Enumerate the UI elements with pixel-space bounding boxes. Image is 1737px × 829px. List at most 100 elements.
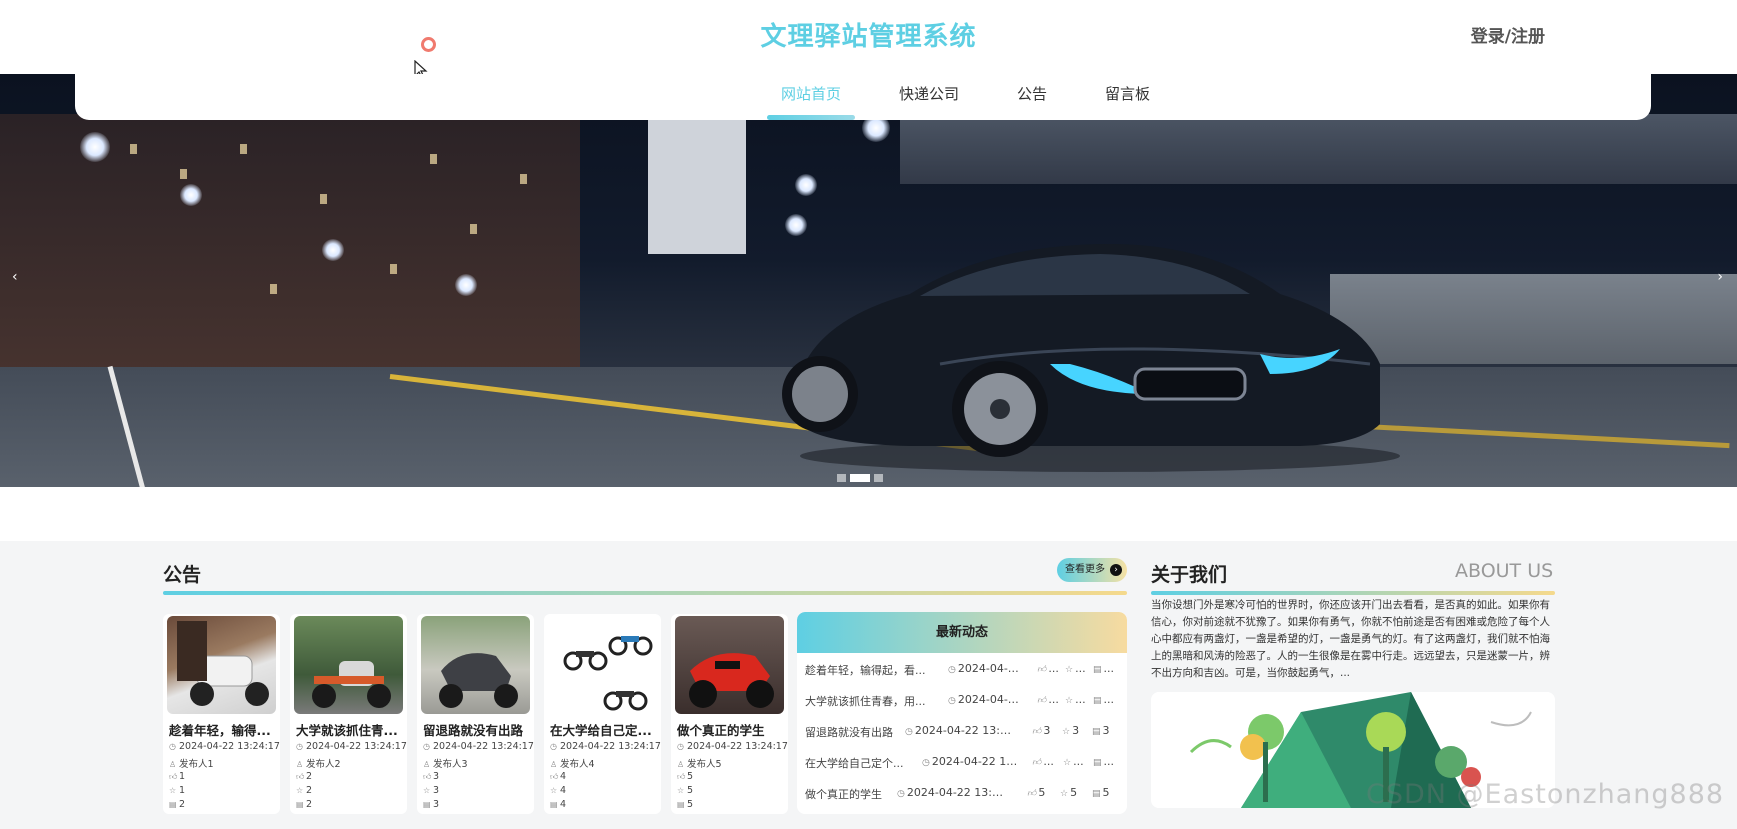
kids-motorbike-image bbox=[689, 653, 774, 708]
about-section-title-en: ABOUT US bbox=[1455, 560, 1554, 582]
notice-card-time: ◷ 2024-04-22 13:24:17 bbox=[169, 741, 280, 752]
carousel-dot-active[interactable] bbox=[850, 474, 870, 482]
feed-row-views: ▤ 3 bbox=[1092, 724, 1110, 737]
star-icon: ☆ bbox=[1060, 789, 1069, 799]
notice-card-favs: ☆ 4 bbox=[550, 785, 567, 796]
feed-row-likes: 👍︎... bbox=[1037, 693, 1059, 706]
feed-row[interactable]: 大学就该抓住青春，用... ◷2024-04-22... 👍︎... ☆... … bbox=[805, 693, 1123, 713]
clock-icon: ◷ bbox=[423, 742, 430, 751]
about-section-divider bbox=[1151, 591, 1555, 595]
notice-card-publisher: ♙ 发布人4 bbox=[550, 759, 595, 770]
scooter-image bbox=[312, 661, 391, 708]
thumbs-up-icon: 👍︎ bbox=[169, 772, 178, 781]
feed-row-time: ◷2024-04-22... bbox=[948, 662, 1023, 675]
feed-row[interactable]: 在大学给自己定个... ◷2024-04-22 13:2... 👍︎... ☆.… bbox=[805, 755, 1123, 775]
clock-icon: ◷ bbox=[948, 696, 956, 706]
banner-street-light bbox=[180, 184, 202, 206]
document-icon: ▤ bbox=[677, 800, 685, 809]
star-icon: ☆ bbox=[550, 786, 558, 795]
notice-card[interactable]: 大学就该抓住青... ◷ 2024-04-22 13:24:17 ♙ 发布人2 👍︎… bbox=[290, 614, 407, 814]
feed-row-views: ▤... bbox=[1093, 693, 1115, 706]
notice-card-image bbox=[675, 616, 784, 714]
watermark-text: CSDN @Eastonzhang888 bbox=[1366, 779, 1725, 810]
notice-card-likes: 👍︎ 1 bbox=[169, 771, 186, 782]
feed-row-title: 大学就该抓住青春，用... bbox=[805, 695, 926, 708]
user-icon: ♙ bbox=[296, 760, 304, 769]
document-icon: ▤ bbox=[296, 800, 304, 809]
notice-card[interactable]: 趁着年轻，输得... ◷ 2024-04-22 13:24:17 ♙ 发布人1 👍︎… bbox=[163, 614, 280, 814]
feed-row-title: 在大学给自己定个... bbox=[805, 757, 904, 770]
feed-row-title: 留退路就没有出路 bbox=[805, 726, 893, 739]
star-icon: ☆ bbox=[296, 786, 304, 795]
carousel-indicators bbox=[837, 474, 883, 482]
feed-row[interactable]: 趁着年轻，输得起，看... ◷2024-04-22... 👍︎... ☆... … bbox=[805, 662, 1123, 682]
clock-icon: ◷ bbox=[897, 789, 905, 799]
feed-row-time: ◷2024-04-22... bbox=[948, 693, 1023, 706]
document-icon: ▤ bbox=[423, 800, 431, 809]
feed-row-likes: 👍︎ 5 bbox=[1027, 786, 1046, 799]
nav-item-message-board[interactable]: 留言板 bbox=[1091, 84, 1164, 120]
notice-card-publisher: ♙ 发布人5 bbox=[677, 759, 722, 770]
clock-icon: ◷ bbox=[948, 665, 956, 675]
feed-row-title: 趁着年轻，输得起，看... bbox=[805, 664, 926, 677]
view-more-label: 查看更多 bbox=[1065, 564, 1105, 575]
notice-card-image bbox=[548, 616, 657, 714]
document-icon: ▤ bbox=[550, 800, 558, 809]
scooter-image bbox=[177, 621, 269, 706]
nav-item-couriers[interactable]: 快递公司 bbox=[885, 84, 973, 120]
notice-card-publisher: ♙ 发布人3 bbox=[423, 759, 468, 770]
star-icon: ☆ bbox=[169, 786, 177, 795]
notice-card-time: ◷ 2024-04-22 13:24:17 bbox=[550, 741, 661, 752]
view-more-button[interactable]: 查看更多 › bbox=[1057, 558, 1127, 582]
star-icon: ☆ bbox=[1065, 696, 1074, 706]
notice-card-image bbox=[167, 616, 276, 714]
notice-card-title: 在大学给自己定... bbox=[550, 723, 652, 738]
notice-card-time: ◷ 2024-04-22 13:24:17 bbox=[677, 741, 788, 752]
banner-car-image bbox=[782, 244, 1400, 472]
thumbs-up-icon: 👍︎ bbox=[550, 772, 559, 781]
click-indicator-icon bbox=[421, 37, 436, 52]
notice-card-favs: ☆ 3 bbox=[423, 785, 440, 796]
carousel-dot[interactable] bbox=[874, 474, 883, 482]
feed-row-favs: ☆ 5 bbox=[1060, 786, 1078, 799]
feed-row-title: 做个真正的学生 bbox=[805, 788, 882, 801]
notice-card-title: 大学就该抓住青... bbox=[296, 723, 398, 738]
feed-row-time: ◷2024-04-22 13:2... bbox=[922, 755, 1022, 768]
notice-card-views: ▤ 3 bbox=[423, 799, 440, 810]
notice-card[interactable]: 做个真正的学生 ◷ 2024-04-22 13:24:17 ♙ 发布人5 👍︎ 5 ☆… bbox=[671, 614, 788, 814]
nav-item-notices[interactable]: 公告 bbox=[1003, 84, 1061, 120]
notice-card[interactable]: 在大学给自己定... ◷ 2024-04-22 13:24:17 ♙ 发布人4 👍︎… bbox=[544, 614, 661, 814]
feed-row[interactable]: 做个真正的学生 ◷2024-04-22 13:24:17 👍︎5 ☆5 ▤5 bbox=[805, 786, 1123, 806]
nav-item-home[interactable]: 网站首页 bbox=[767, 84, 856, 120]
clock-icon: ◷ bbox=[550, 742, 557, 751]
notice-card-title: 趁着年轻，输得... bbox=[169, 723, 271, 738]
notice-card-favs: ☆ 5 bbox=[677, 785, 694, 796]
notice-card-favs: ☆ 1 bbox=[169, 785, 186, 796]
banner-street-light bbox=[455, 274, 477, 296]
banner-street-light bbox=[322, 239, 344, 261]
banner-carousel[interactable]: ‹ › bbox=[0, 74, 1737, 487]
arrow-right-circle-icon: › bbox=[1110, 564, 1122, 576]
notice-card[interactable]: 留退路就没有出路 ◷ 2024-04-22 13:24:17 ♙ 发布人3 👍︎ 3 … bbox=[417, 614, 534, 814]
nav-card: 网站首页 快递公司 公告 留言板 bbox=[75, 74, 1651, 120]
banner-window bbox=[180, 169, 187, 179]
carousel-prev-button[interactable]: ‹ bbox=[12, 269, 18, 285]
feed-row-views: ▤... bbox=[1093, 755, 1115, 768]
banner-window bbox=[520, 174, 527, 184]
clock-icon: ◷ bbox=[169, 742, 176, 751]
login-register-link[interactable]: 登录/注册 bbox=[1471, 22, 1545, 47]
motorbike-image bbox=[563, 636, 653, 711]
feed-row-likes: 👍︎... bbox=[1032, 755, 1054, 768]
notice-section-divider bbox=[163, 591, 1127, 595]
carousel-next-button[interactable]: › bbox=[1717, 269, 1723, 285]
thumbs-up-icon: 👍︎ bbox=[1027, 789, 1037, 799]
thumbs-up-icon: 👍︎ bbox=[296, 772, 305, 781]
feed-row[interactable]: 留退路就没有出路 ◷2024-04-22 13:24:17 👍︎3 ☆3 ▤3 bbox=[805, 724, 1123, 744]
notice-card-favs: ☆ 2 bbox=[296, 785, 313, 796]
clock-icon: ◷ bbox=[677, 742, 684, 751]
notice-card-image bbox=[421, 616, 530, 714]
about-section-title: 关于我们 bbox=[1151, 564, 1228, 586]
thumbs-up-icon: 👍︎ bbox=[1032, 758, 1042, 768]
document-icon: ▤ bbox=[1093, 758, 1102, 768]
carousel-dot[interactable] bbox=[837, 474, 846, 482]
